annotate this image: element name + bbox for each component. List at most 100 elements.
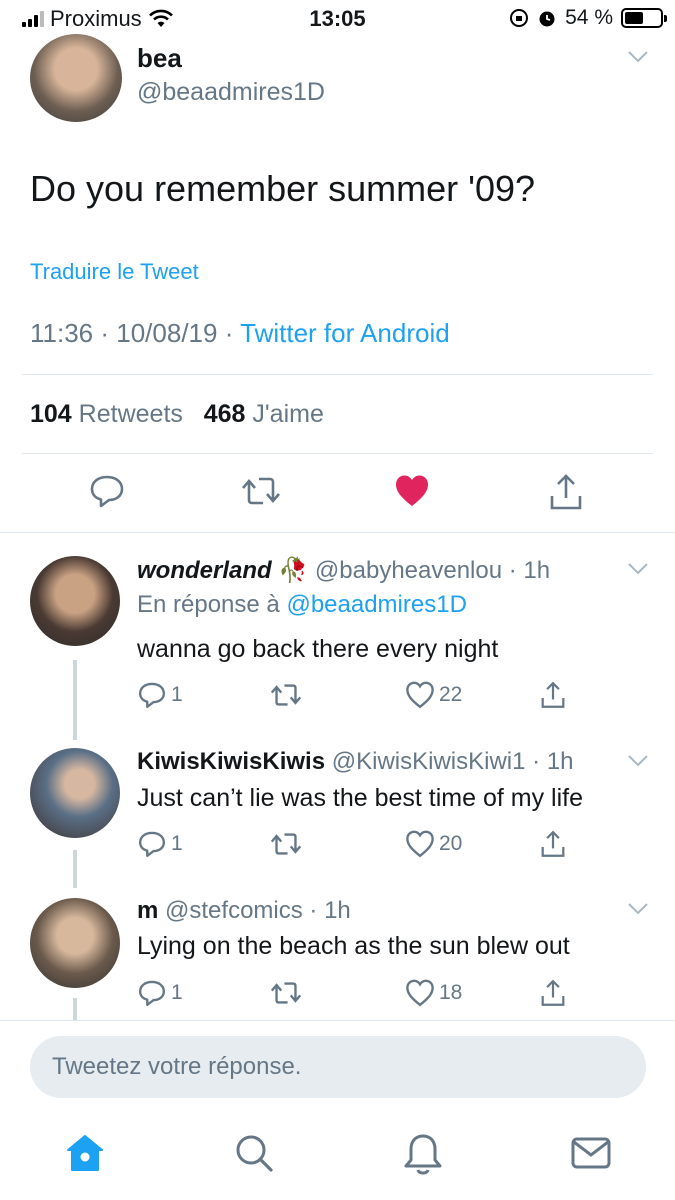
reply-handle[interactable]: @babyheavenlou xyxy=(315,557,502,584)
heart-icon xyxy=(406,830,434,858)
translate-link[interactable]: Traduire le Tweet xyxy=(30,259,199,285)
reply-count: 1 xyxy=(171,683,183,706)
reply-count: 1 xyxy=(171,832,183,855)
like-button[interactable]: 22 xyxy=(405,680,462,710)
reply-name[interactable]: m xyxy=(137,897,158,924)
reply-icon xyxy=(138,682,166,709)
reply-avatar[interactable] xyxy=(30,898,120,988)
reply-actions: 1 20 xyxy=(137,829,577,859)
retweet-icon xyxy=(270,684,302,706)
reply-count: 1 xyxy=(171,981,183,1004)
like-count: 22 xyxy=(439,683,463,706)
heart-icon xyxy=(406,681,434,709)
reply-header: KiwisKiwisKiwis @KiwisKiwisKiwi1 · 1h xyxy=(137,748,574,776)
reply-avatar[interactable] xyxy=(30,556,120,646)
retweet-button[interactable] xyxy=(270,680,306,710)
rotation-lock-icon xyxy=(510,9,529,27)
messages-icon[interactable] xyxy=(570,1132,612,1174)
reply-context: En réponse à @beaadmires1D xyxy=(137,591,467,619)
share-button[interactable] xyxy=(539,978,567,1008)
retweet-button[interactable] xyxy=(270,978,306,1008)
like-button[interactable]: 18 xyxy=(405,978,462,1008)
bottom-nav xyxy=(0,1132,675,1182)
retweet-icon xyxy=(270,833,302,855)
reply-actions: 1 18 xyxy=(137,978,577,1008)
share-icon xyxy=(541,830,565,857)
chevron-down-icon[interactable] xyxy=(627,902,649,916)
tweet-time: 11:36 xyxy=(30,318,94,348)
reply-to-label: En réponse à xyxy=(137,591,280,618)
share-icon xyxy=(541,681,565,708)
reply-text: wanna go back there every night xyxy=(137,635,499,663)
reply-button[interactable]: 1 xyxy=(137,829,183,859)
reply-text: Just can’t lie was the best time of my l… xyxy=(137,784,584,812)
reply-time: 1h xyxy=(546,748,574,775)
reply-time: 1h xyxy=(324,897,351,924)
chevron-down-icon[interactable] xyxy=(627,562,649,576)
status-bar: Proximus 13:05 54 % xyxy=(0,0,675,38)
tweet-date: 10/08/19 xyxy=(116,318,218,348)
reply-icon[interactable] xyxy=(88,472,126,510)
reply-button[interactable]: 1 xyxy=(137,978,183,1008)
like-count: 18 xyxy=(439,981,463,1004)
like-count[interactable]: 468 xyxy=(204,400,246,428)
like-count: 20 xyxy=(439,832,463,855)
share-icon[interactable] xyxy=(547,472,585,512)
alarm-icon xyxy=(539,11,555,27)
battery-percent: 54 % xyxy=(565,6,613,29)
share-button[interactable] xyxy=(539,829,567,859)
tweet-meta: 11:36 · 10/08/19 · Twitter for Android xyxy=(30,318,450,349)
like-label[interactable]: J'aime xyxy=(252,400,323,428)
reply-handle[interactable]: @KiwisKiwisKiwi1 xyxy=(332,748,526,775)
reply-header: wonderland 🥀 @babyheavenlou · 1h xyxy=(137,556,550,585)
author-name[interactable]: bea xyxy=(137,43,182,74)
meta-separator: · xyxy=(309,897,318,924)
retweet-count[interactable]: 104 xyxy=(30,400,72,428)
reply-icon xyxy=(138,831,166,858)
reply-compose[interactable] xyxy=(30,1036,646,1098)
meta-separator: · xyxy=(224,318,241,348)
divider xyxy=(22,453,653,454)
divider xyxy=(0,1020,675,1021)
reply-header: m @stefcomics · 1h xyxy=(137,897,351,925)
reply-button[interactable]: 1 xyxy=(137,680,183,710)
share-icon xyxy=(541,979,565,1006)
reply-icon xyxy=(138,980,166,1007)
reply-handle[interactable]: @stefcomics xyxy=(165,897,303,924)
tweet-text: Do you remember summer '09? xyxy=(30,168,536,209)
chevron-down-icon[interactable] xyxy=(627,50,649,64)
thread-line xyxy=(73,850,77,888)
reply-time: 1h xyxy=(523,557,551,584)
meta-separator: · xyxy=(100,318,117,348)
home-icon[interactable] xyxy=(64,1132,106,1174)
reply-input[interactable] xyxy=(30,1036,646,1098)
like-button[interactable]: 20 xyxy=(405,829,462,859)
meta-separator: · xyxy=(532,748,541,775)
reply-actions: 1 22 xyxy=(137,680,577,710)
battery-icon xyxy=(621,8,667,28)
reply-text: Lying on the beach as the sun blew out xyxy=(137,932,570,960)
search-icon[interactable] xyxy=(233,1132,275,1174)
author-avatar[interactable] xyxy=(30,34,122,122)
retweet-icon xyxy=(270,982,302,1004)
chevron-down-icon[interactable] xyxy=(627,754,649,768)
reply-avatar[interactable] xyxy=(30,748,120,838)
tweet-stats: 104 Retweets 468 J'aime xyxy=(30,400,324,429)
reply-to-mention[interactable]: @beaadmires1D xyxy=(286,591,466,618)
notifications-icon[interactable] xyxy=(402,1132,444,1176)
thread-line xyxy=(73,660,77,740)
retweet-icon[interactable] xyxy=(241,472,281,510)
heart-filled-icon[interactable] xyxy=(393,472,431,510)
reply-name[interactable]: KiwisKiwisKiwis xyxy=(137,748,325,775)
retweet-label[interactable]: Retweets xyxy=(79,400,183,428)
divider xyxy=(22,374,653,375)
heart-icon xyxy=(406,979,434,1007)
meta-separator: · xyxy=(508,557,517,584)
tweet-source[interactable]: Twitter for Android xyxy=(240,318,450,348)
reply-name[interactable]: wonderland xyxy=(137,557,272,584)
retweet-button[interactable] xyxy=(270,829,306,859)
share-button[interactable] xyxy=(539,680,567,710)
author-handle[interactable]: @beaadmires1D xyxy=(137,78,325,107)
status-right: 54 % xyxy=(509,6,667,30)
divider xyxy=(0,532,675,533)
